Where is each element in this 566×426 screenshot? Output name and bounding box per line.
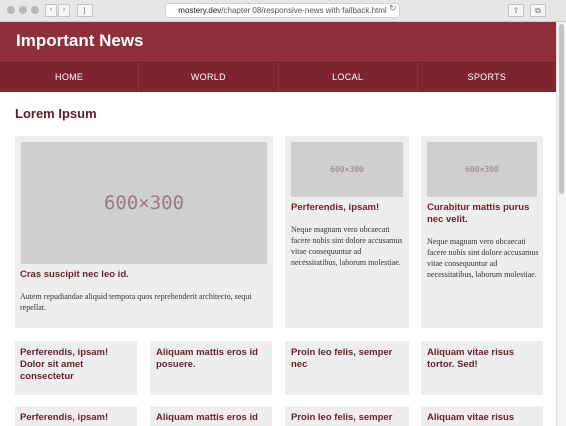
small-card[interactable]: Aliquam vitae risus <box>421 406 543 426</box>
url-domain: mostery.dev <box>178 6 222 15</box>
card-title[interactable]: Perferendis, ipsam! <box>291 202 405 214</box>
scroll-thumb[interactable] <box>559 24 564 194</box>
site-header: Important News <box>0 22 556 62</box>
nav-sports[interactable]: SPORTS <box>418 63 556 92</box>
featured-card-main[interactable]: 600×300 Cras suscipit nec leo id. Autem … <box>15 136 273 328</box>
small-card[interactable]: Aliquam mattis eros id <box>150 406 272 426</box>
card-text: Autem repudiandae aliquid tempora quos r… <box>20 292 252 312</box>
small-card[interactable]: Proin leo felis, semper <box>285 406 409 426</box>
back-button[interactable]: ‹ <box>45 4 57 17</box>
card-title[interactable]: Aliquam vitae risus <box>427 412 539 424</box>
card-text: Neque magnam vero obcaecati facere nobis… <box>291 225 403 267</box>
close-window-icon[interactable] <box>7 6 15 14</box>
url-path: /chapter 08/responsive-news with fallbac… <box>221 6 387 15</box>
small-card[interactable]: Aliquam vitae risus tortor. Sed! <box>421 341 543 395</box>
featured-card[interactable]: 600×300 Perferendis, ipsam! Neque magnam… <box>285 136 409 328</box>
card-title[interactable]: Curabitur mattis purus nec velit. <box>427 202 539 226</box>
address-bar[interactable]: mostery.dev/chapter 08/responsive-news w… <box>165 3 400 18</box>
card-title[interactable]: Perferendis, ipsam! <box>20 412 134 424</box>
sidebar-toggle-icon[interactable] <box>77 4 93 17</box>
image-placeholder: 600×300 <box>291 142 403 197</box>
card-title[interactable]: Proin leo felis, semper <box>291 412 405 424</box>
small-card[interactable]: Aliquam mattis eros id posuere. <box>150 341 272 395</box>
card-title[interactable]: Aliquam mattis eros id posuere. <box>156 347 270 371</box>
image-placeholder: 600×300 <box>427 142 537 197</box>
nav-local[interactable]: LOCAL <box>279 63 418 92</box>
tabs-button[interactable]: ⧉ <box>530 4 546 17</box>
page-scrollbar[interactable] <box>556 22 566 426</box>
zoom-window-icon[interactable] <box>31 6 39 14</box>
forward-button[interactable]: › <box>58 4 70 17</box>
nav-home[interactable]: HOME <box>0 63 140 92</box>
card-title[interactable]: Proin leo felis, semper nec <box>291 347 405 371</box>
card-title[interactable]: Aliquam mattis eros id <box>156 412 270 424</box>
minimize-window-icon[interactable] <box>19 6 27 14</box>
main-nav: HOME WORLD LOCAL SPORTS <box>0 62 556 92</box>
card-title[interactable]: Cras suscipit nec leo id. <box>20 269 268 281</box>
browser-toolbar: ‹ › mostery.dev/chapter 08/responsive-ne… <box>0 0 566 22</box>
image-placeholder: 600×300 <box>21 142 267 264</box>
small-card[interactable]: Proin leo felis, semper nec <box>285 341 409 395</box>
section-title: Lorem Ipsum <box>15 106 97 121</box>
nav-world[interactable]: WORLD <box>139 63 279 92</box>
card-title[interactable]: Aliquam vitae risus tortor. Sed! <box>427 347 539 371</box>
site-title[interactable]: Important News <box>16 31 144 51</box>
reload-icon[interactable]: ↻ <box>389 4 397 14</box>
small-card[interactable]: Perferendis, ipsam! Dolor sit amet conse… <box>15 341 137 395</box>
share-button[interactable]: ⇪ <box>508 4 524 17</box>
featured-card[interactable]: 600×300 Curabitur mattis purus nec velit… <box>421 136 543 328</box>
card-title[interactable]: Perferendis, ipsam! Dolor sit amet conse… <box>20 347 134 383</box>
small-card[interactable]: Perferendis, ipsam! <box>15 406 137 426</box>
card-text: Neque magnam vero obcaecati facere nobis… <box>427 237 539 279</box>
